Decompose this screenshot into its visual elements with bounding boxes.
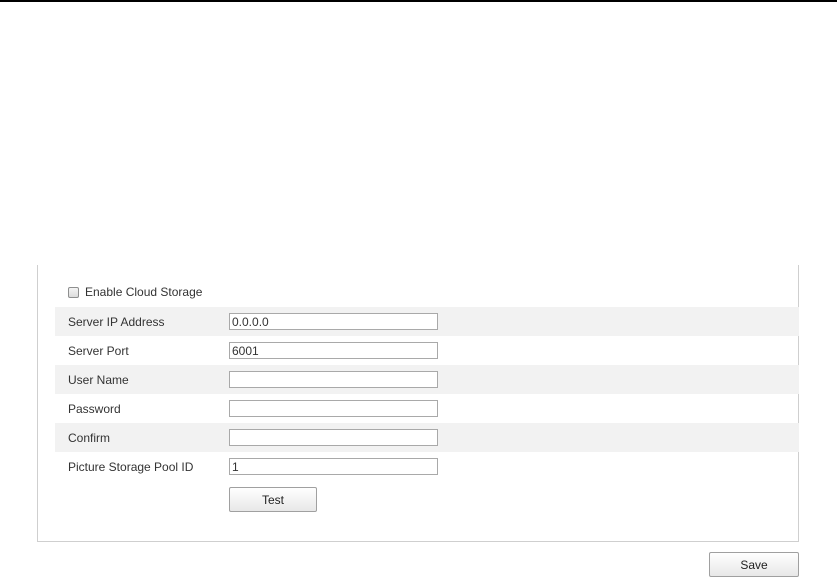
server-ip-input[interactable] <box>229 313 438 330</box>
cloud-storage-panel: Enable Cloud Storage Server IP Address S… <box>37 265 799 542</box>
picture-storage-pool-input[interactable] <box>229 458 438 475</box>
picture-storage-pool-row: Picture Storage Pool ID <box>55 452 799 481</box>
picture-storage-pool-label: Picture Storage Pool ID <box>68 459 194 474</box>
test-button[interactable]: Test <box>229 487 317 512</box>
enable-cloud-storage-checkbox[interactable] <box>68 286 79 298</box>
enable-cloud-storage-row[interactable]: Enable Cloud Storage <box>68 284 202 300</box>
password-label: Password <box>68 401 121 416</box>
server-port-label: Server Port <box>68 343 129 358</box>
confirm-row: Confirm <box>55 423 799 452</box>
enable-cloud-storage-label: Enable Cloud Storage <box>85 285 203 299</box>
server-ip-row: Server IP Address <box>55 307 799 336</box>
password-input[interactable] <box>229 400 438 417</box>
user-name-label: User Name <box>68 372 129 387</box>
user-name-row: User Name <box>55 365 799 394</box>
user-name-input[interactable] <box>229 371 438 388</box>
server-ip-label: Server IP Address <box>68 314 165 329</box>
server-port-input[interactable] <box>229 342 438 359</box>
server-port-row: Server Port <box>55 336 799 365</box>
confirm-label: Confirm <box>68 430 111 445</box>
confirm-password-input[interactable] <box>229 429 438 446</box>
password-row: Password <box>55 394 799 423</box>
save-button[interactable]: Save <box>709 552 799 577</box>
top-divider <box>0 0 837 2</box>
